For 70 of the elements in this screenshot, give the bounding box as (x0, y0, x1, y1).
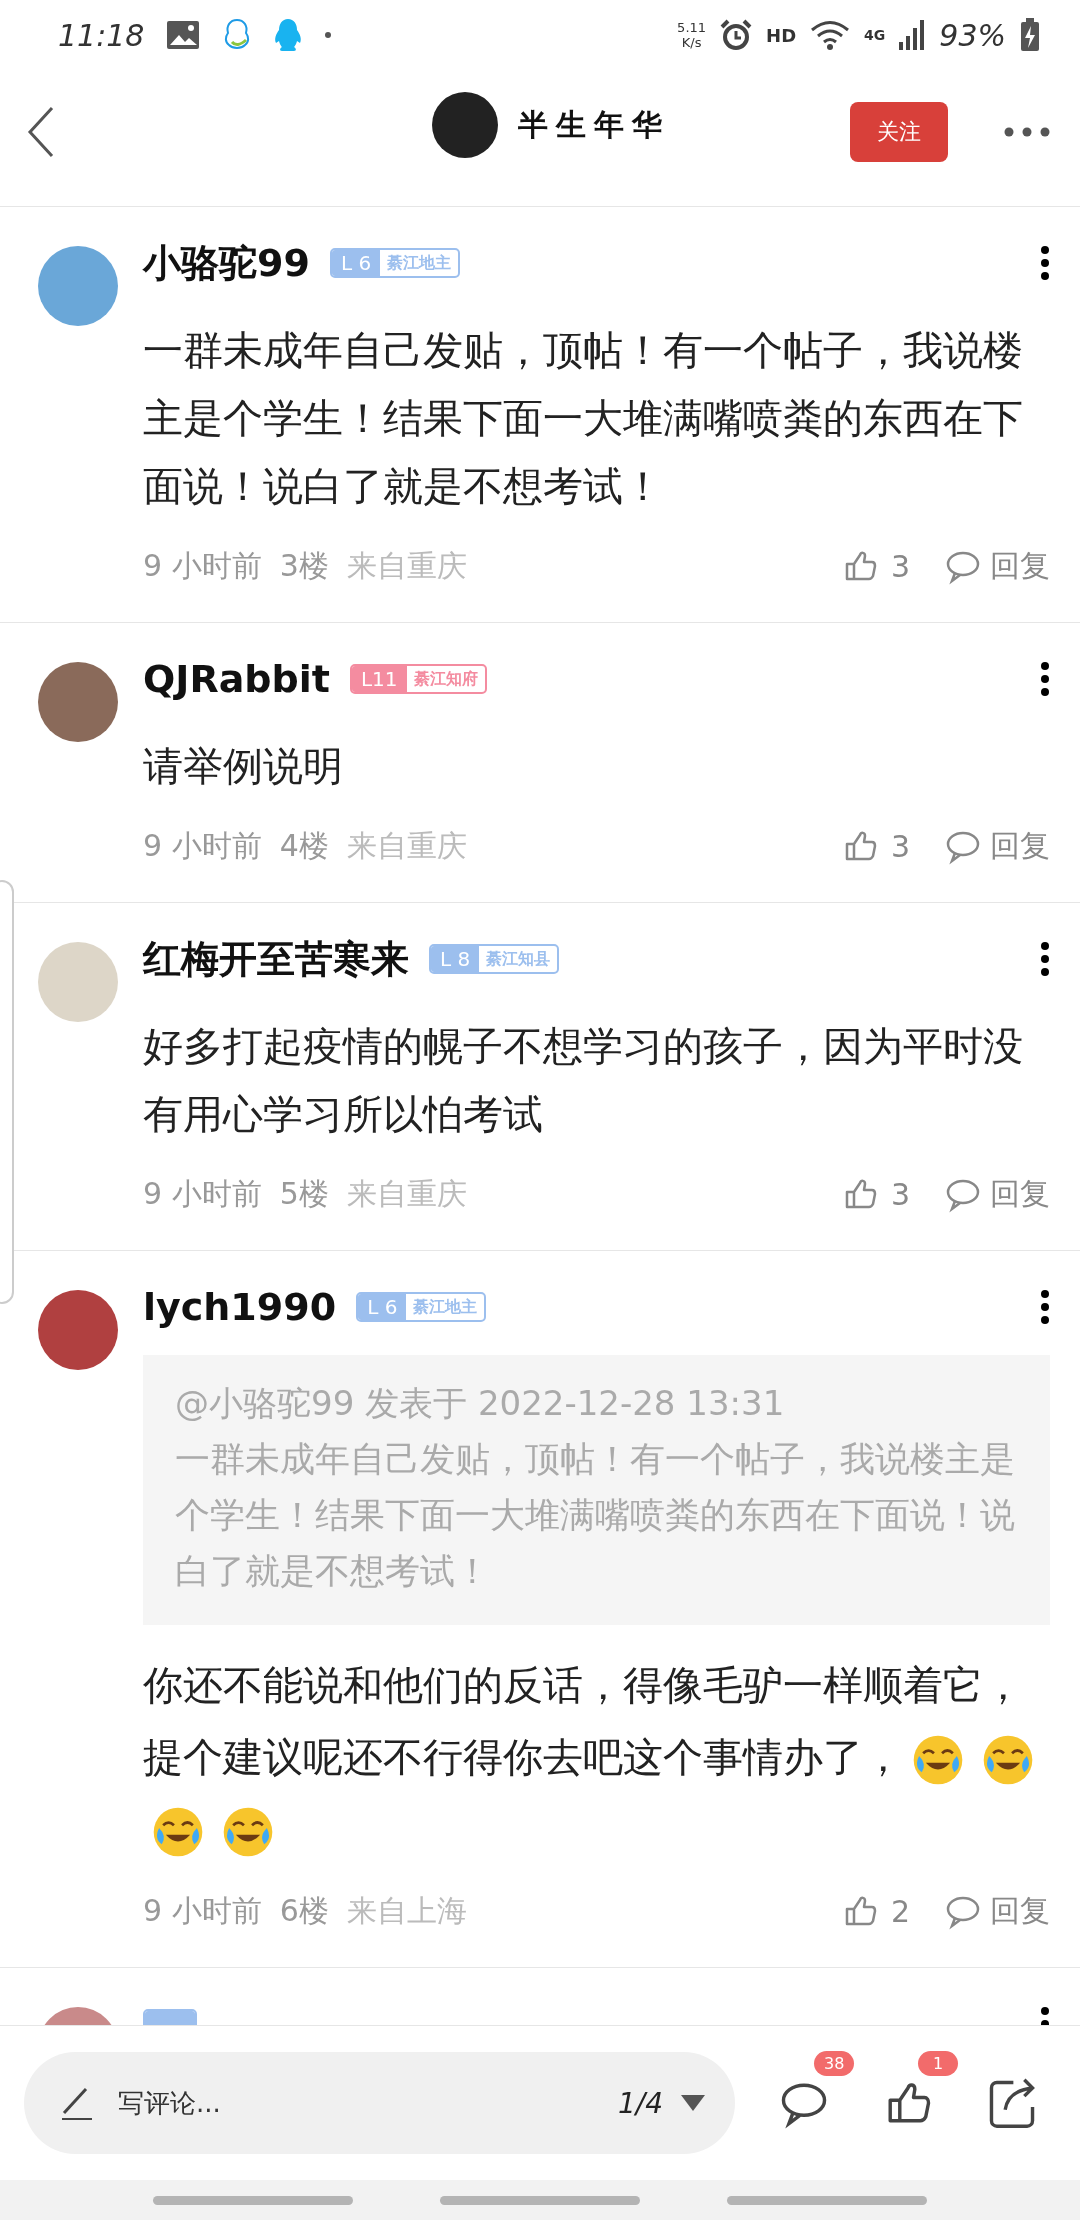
location: 来自上海 (346, 1891, 467, 1930)
laughing-crying-emoji-icon (911, 1733, 965, 1787)
location: 来自重庆 (346, 546, 467, 585)
location: 来自重庆 (346, 826, 467, 865)
like-count: 3 (890, 548, 910, 584)
notification-dot-icon (324, 31, 333, 39)
comment-text: 请举例说明 (143, 742, 344, 791)
reply-button[interactable]: 回复 (944, 545, 1050, 587)
clock-time: 11:18 (58, 17, 145, 53)
more-options-icon[interactable] (1040, 1289, 1050, 1325)
post-time: 9 小时前 (143, 1174, 262, 1213)
more-options-icon[interactable] (1040, 245, 1050, 281)
more-options-icon[interactable] (1004, 127, 1050, 137)
comment-placeholder: 写评论... (118, 2086, 222, 2120)
level-label: L 6 (331, 250, 381, 276)
battery-charging-icon (1020, 18, 1040, 52)
floor-number: 6楼 (279, 1891, 329, 1930)
alarm-icon (720, 19, 753, 51)
more-options-icon[interactable] (1040, 941, 1050, 977)
more-options-icon[interactable] (1040, 661, 1050, 697)
post-time: 9 小时前 (143, 546, 262, 585)
hd-indicator: HD (766, 24, 797, 46)
laughing-crying-emoji-icon (981, 1733, 1035, 1787)
quote-text: 一群未成年自己发贴，顶帖！有一个帖子，我说楼主是个学生！结果下面一大堆满嘴喷粪的东西在下面说！说白了就是不想考试！ (175, 1438, 1016, 1593)
image-icon (166, 20, 201, 50)
like-count: 2 (890, 1893, 910, 1929)
back-icon[interactable] (26, 106, 56, 158)
laughing-crying-emoji-icon (221, 1805, 275, 1859)
username[interactable]: 小骆驼99 (143, 237, 310, 289)
comment-text: 你还不能说和他们的反话，得像毛驴一样顺着它， (143, 1661, 1023, 1710)
like-count-badge: 1 (918, 2051, 958, 2076)
username[interactable]: lych1990 (143, 1285, 337, 1329)
network-speed: 5.11 (677, 20, 707, 35)
floor-number: 3楼 (279, 546, 329, 585)
reply-button[interactable]: 回复 (944, 1890, 1050, 1932)
rank-title: 綦江知县 (485, 947, 552, 970)
floor-number: 4楼 (279, 826, 329, 865)
comment-count-badge: 38 (814, 2051, 855, 2076)
comment-text: 好多打起疫情的幌子不想学习的孩子，因为平时没有用心学习所以怕考试 (143, 1022, 1024, 1139)
location: 来自重庆 (346, 1174, 467, 1213)
page-indicator[interactable]: 1/4 (617, 2086, 663, 2120)
username[interactable]: 红梅开至苦寒来 (143, 933, 409, 985)
wifi-icon (810, 20, 851, 50)
laughing-crying-emoji-icon (151, 1805, 205, 1859)
network-type: 4G (864, 27, 886, 43)
level-label: L 8 (431, 946, 480, 972)
comment-text: 一群未成年自己发贴，顶帖！有一个帖子，我说楼主是个学生！结果下面一大堆满嘴喷粪的东西在下面说！说白了就是不想考试！ (143, 326, 1024, 511)
battery-percent: 93% (939, 17, 1006, 53)
follow-button[interactable]: 关注 (850, 102, 948, 162)
quote-header: @小骆驼99 发表于 2022-12-28 13:31 (175, 1382, 786, 1425)
reply-button[interactable]: 回复 (944, 1173, 1050, 1215)
level-label: L 6 (358, 1294, 407, 1320)
caret-icon[interactable] (681, 2095, 705, 2111)
like-count: 3 (890, 828, 910, 864)
speed-unit: K/s (681, 35, 702, 50)
penguin-icon (274, 18, 303, 52)
rank-title: 綦江地主 (386, 251, 453, 274)
like-count: 3 (890, 1176, 910, 1212)
reply-button[interactable]: 回复 (944, 825, 1050, 867)
rank-title: 綦江地主 (412, 1295, 479, 1318)
level-label: L11 (351, 666, 407, 692)
comment-text: 提个建议呢还不行得你去吧这个事情办了， (143, 1733, 903, 1782)
username[interactable]: QJRabbit (143, 657, 330, 701)
post-time: 9 小时前 (143, 1891, 262, 1930)
floor-number: 5楼 (279, 1174, 329, 1213)
rank-title: 綦江知府 (412, 667, 479, 690)
comment-input-field[interactable]: 写评论... 1/4 (24, 2052, 735, 2154)
header-username[interactable]: 半生年华 (518, 104, 670, 146)
post-time: 9 小时前 (143, 826, 262, 865)
signal-icon (899, 20, 926, 50)
